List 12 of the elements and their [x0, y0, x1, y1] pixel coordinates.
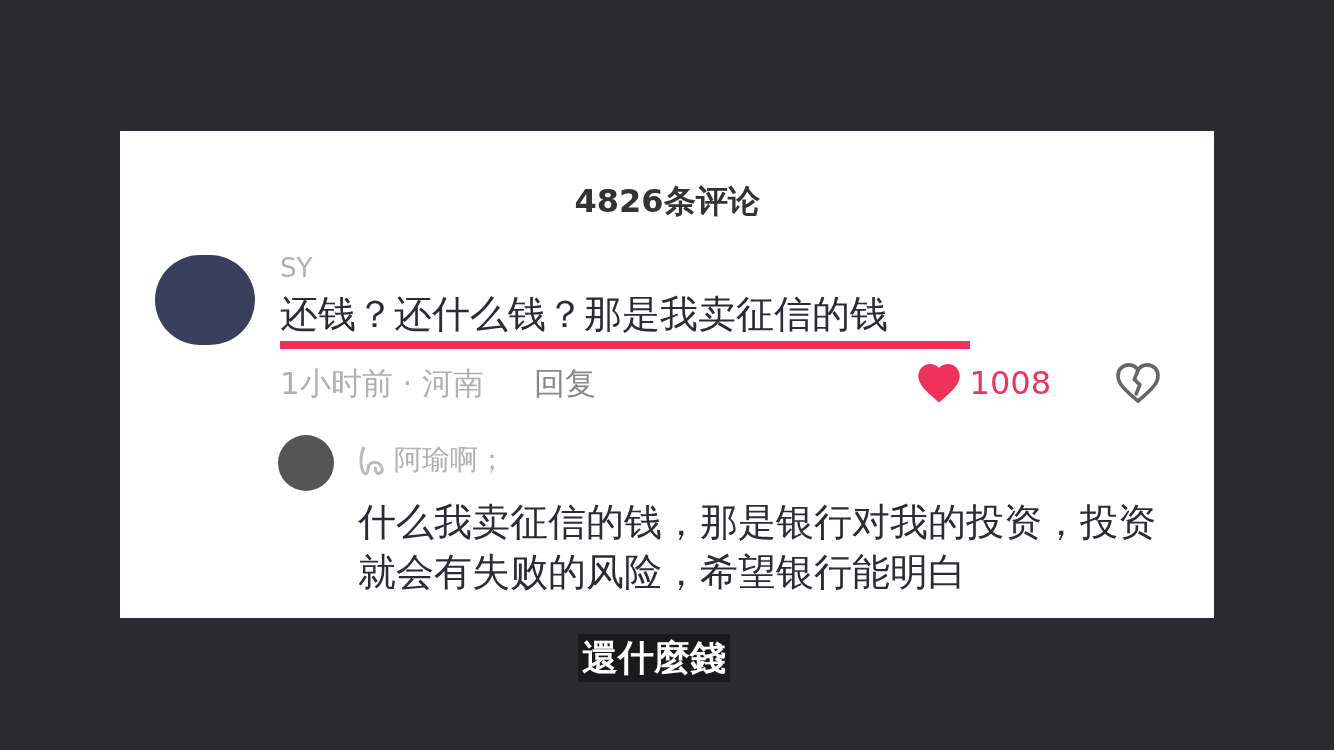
heart-icon[interactable]	[917, 364, 960, 402]
broken-heart-icon[interactable]	[1116, 363, 1160, 403]
comment-author: SY	[280, 255, 314, 281]
avatar-photo	[278, 435, 334, 491]
comment-meta: 1小时前 · 河南	[280, 363, 485, 403]
like-count: 1008	[969, 363, 1051, 404]
reply-author: 阿瑜啊；	[394, 446, 506, 474]
video-subtitle: 還什麼錢	[578, 634, 730, 682]
reply-button[interactable]: 回复	[534, 359, 597, 407]
comment-count-title: 4826条评论	[574, 185, 760, 217]
comment-text: 还钱？还什么钱？那是我卖征信的钱	[280, 295, 970, 349]
reply-text: 什么我卖征信的钱，那是银行对我的投资，投资就会有失败的风险，希望银行能明白	[358, 499, 1157, 596]
